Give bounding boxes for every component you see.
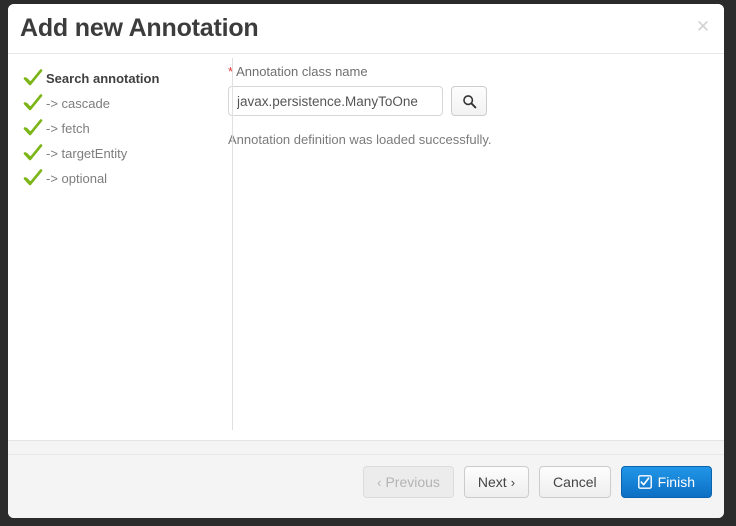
add-annotation-dialog: Add new Annotation ✕ Search annotation -… [8,4,724,518]
wizard-steps-list: Search annotation -> cascade -> fetch ->… [8,54,218,440]
green-check-icon [23,94,43,111]
search-icon [462,94,476,108]
footer-divider [8,454,724,455]
previous-button-label: Previous [385,474,440,490]
green-check-icon [23,69,43,86]
sidebar-item-label: -> cascade [46,96,110,111]
green-check-icon [23,144,43,161]
page-title: Add new Annotation [20,14,259,42]
dialog-body: Search annotation -> cascade -> fetch ->… [8,54,724,440]
previous-button[interactable]: ‹ Previous [363,466,454,498]
finish-button-label: Finish [657,474,695,490]
sidebar-item-label: -> fetch [46,121,90,136]
chevron-right-icon: › [510,474,516,490]
sidebar-item-label: -> optional [46,171,108,186]
sidebar-item-label: -> targetEntity [46,146,128,161]
dialog-footer: ‹ Previous Next › Cancel Finish [8,440,724,518]
cancel-button[interactable]: Cancel [539,466,611,498]
dialog-header: Add new Annotation ✕ [8,4,724,54]
vertical-divider [232,58,233,430]
close-icon[interactable]: ✕ [692,16,714,38]
cancel-button-label: Cancel [553,474,597,490]
chevron-left-icon: ‹ [377,474,382,490]
annotation-class-name-input[interactable] [228,86,443,116]
annotation-class-name-label: * Annotation class name [228,64,724,79]
sidebar-item-fetch[interactable]: -> fetch [22,116,218,141]
footer-button-group: ‹ Previous Next › Cancel Finish [363,466,712,498]
finish-button[interactable]: Finish [620,466,712,498]
annotation-class-input-row [228,86,724,116]
status-message: Annotation definition was loaded success… [228,132,492,147]
checked-checkbox-icon [637,475,652,489]
sidebar-item-optional[interactable]: -> optional [22,166,218,191]
next-button[interactable]: Next › [463,466,530,498]
green-check-icon [23,169,43,186]
next-button-label: Next [477,474,507,490]
field-label-text: Annotation class name [236,64,368,79]
annotation-form: *Annotation class name Annotation defini… [218,54,724,440]
search-button[interactable] [451,86,487,116]
sidebar-item-cascade[interactable]: -> cascade [22,91,218,116]
sidebar-item-label: Search annotation [46,71,160,86]
green-check-icon [23,119,43,136]
sidebar-item-search-annotation[interactable]: Search annotation [22,66,218,91]
sidebar-item-target-entity[interactable]: -> targetEntity [22,141,218,166]
